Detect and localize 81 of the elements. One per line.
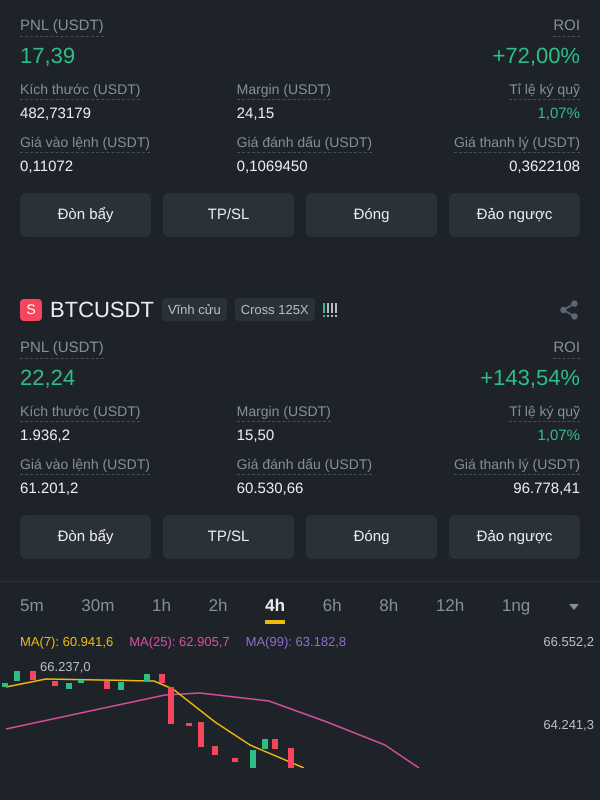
candle: [159, 674, 165, 683]
action-button[interactable]: Đòn bẩy: [20, 515, 151, 559]
field-value: 1,07%: [537, 426, 580, 446]
interval-tab[interactable]: 6h: [322, 588, 342, 624]
field-value: 15,50: [236, 426, 274, 446]
interval-tab[interactable]: 1ng: [502, 588, 530, 624]
field-value: 482,73179: [20, 104, 91, 124]
candle: [78, 680, 84, 683]
field-label: Giá vào lệnh (USDT): [20, 454, 150, 475]
candle: [272, 739, 278, 749]
action-button[interactable]: TP/SL: [163, 193, 294, 237]
field-label: Giá đánh dấu (USDT): [236, 454, 372, 475]
field-label: Kích thước (USDT): [20, 401, 140, 422]
candle: [288, 748, 294, 768]
roi-label: ROI: [553, 16, 580, 37]
candle: [104, 681, 110, 689]
signal-bars-icon: [322, 302, 337, 318]
field-value: 61.201,2: [20, 479, 78, 499]
candle: [212, 746, 218, 755]
high-price-label: 66.237,0: [40, 658, 91, 676]
action-button[interactable]: Đảo ngược: [449, 193, 580, 237]
field-value: 96.778,41: [513, 479, 580, 499]
field-label: Tỉ lệ ký quỹ: [509, 401, 580, 422]
candle: [262, 739, 268, 749]
candle: [118, 682, 124, 690]
moving-average-label: MA(25): 62.905,7: [129, 633, 230, 652]
field-value: 1,07%: [537, 104, 580, 124]
pnl-label: PNL (USDT): [20, 338, 104, 359]
field-label: Margin (USDT): [236, 401, 331, 422]
candle: [2, 683, 8, 687]
symbol-name: BTCUSDT: [50, 296, 154, 324]
candle: [66, 683, 72, 689]
candle: [232, 758, 238, 762]
tag: Vĩnh cửu: [162, 298, 227, 322]
tag: Cross 125X: [234, 298, 315, 322]
field-value: 0,11072: [20, 157, 74, 177]
interval-tab[interactable]: 12h: [436, 588, 464, 624]
candle: [52, 681, 58, 686]
moving-average-label: MA(7): 60.941,6: [20, 633, 114, 652]
pnl-value: 22,24: [20, 364, 76, 392]
field-value: 0,1069450: [236, 157, 308, 177]
roi-value: +72,00%: [492, 42, 580, 70]
price-axis-label: 66.552,2: [543, 633, 594, 652]
short-badge: S: [20, 298, 42, 320]
candle: [198, 722, 204, 747]
dropdown-caret-icon[interactable]: [568, 602, 580, 610]
field-label: Margin (USDT): [236, 79, 331, 100]
interval-tab[interactable]: 30m: [81, 588, 114, 624]
action-button[interactable]: Đóng: [306, 515, 437, 559]
field-label: Kích thước (USDT): [20, 79, 140, 100]
candle: [168, 687, 174, 724]
interval-tab[interactable]: 5m: [20, 588, 44, 624]
interval-tab[interactable]: 4h: [265, 588, 286, 624]
interval-tab[interactable]: 1h: [152, 588, 171, 624]
field-label: Tỉ lệ ký quỹ: [509, 79, 580, 100]
field-label: Giá thanh lý (USDT): [454, 454, 580, 475]
pnl-value: 17,39: [20, 42, 76, 70]
field-value: 1.936,2: [20, 426, 70, 446]
pnl-label: PNL (USDT): [20, 16, 104, 37]
field-value: 60.530,66: [236, 479, 304, 499]
moving-average-label: MA(99): 63.182,8: [246, 633, 346, 652]
candle: [186, 723, 192, 726]
candle: [14, 671, 20, 681]
candle: [30, 671, 36, 680]
field-label: Giá thanh lý (USDT): [454, 132, 580, 153]
interval-tab[interactable]: 2h: [208, 588, 228, 624]
field-label: Giá đánh dấu (USDT): [236, 132, 372, 153]
field-value: 0,3622108: [509, 157, 580, 177]
field-label: Giá vào lệnh (USDT): [20, 132, 150, 153]
candle: [250, 750, 256, 768]
action-button[interactable]: Đòn bẩy: [20, 193, 151, 237]
action-button[interactable]: TP/SL: [163, 515, 294, 559]
interval-tab[interactable]: 8h: [379, 588, 398, 624]
field-value: 24,15: [236, 104, 274, 124]
price-axis-label: 64.241,3: [543, 716, 594, 734]
action-button[interactable]: Đảo ngược: [449, 515, 580, 559]
roi-label: ROI: [553, 338, 580, 359]
candle: [144, 674, 150, 681]
share-icon[interactable]: [558, 298, 580, 320]
action-button[interactable]: Đóng: [306, 193, 437, 237]
roi-value: +143,54%: [480, 364, 580, 392]
